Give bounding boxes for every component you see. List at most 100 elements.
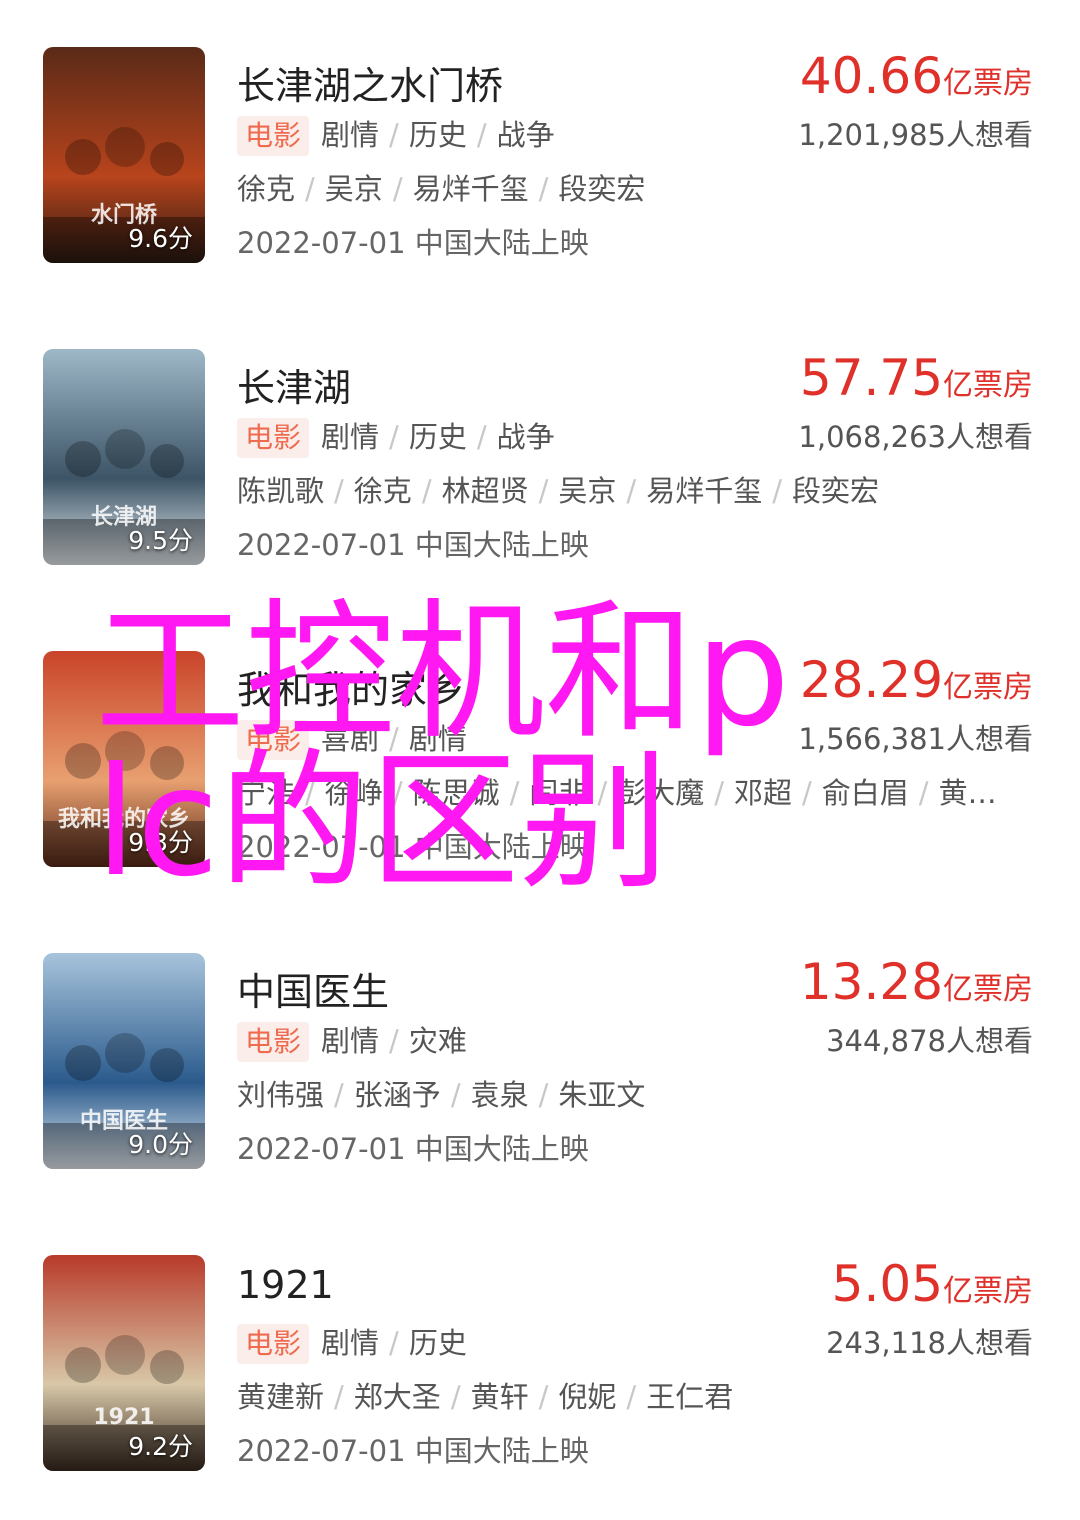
release-date: 2022-07-01 中国大陆上映 (237, 830, 589, 864)
genre-tag: 历史 (408, 1326, 467, 1360)
separator: / (389, 420, 399, 454)
rating-score: 9.0分 (128, 1130, 193, 1159)
release-date: 2022-07-01 中国大陆上映 (237, 528, 589, 562)
movie-list: 水门桥 9.6分 长津湖之水门桥电影 剧情 / 历史 / 战争徐克 / 吴京 / 易烊千玺 / 段奕宏 20… (0, 0, 1080, 1520)
cast-line: 徐克 / 吴京 / 易烊千玺 / 段奕宏 (237, 169, 645, 209)
separator: / (714, 776, 724, 810)
movie-title[interactable]: 我和我的家乡 (237, 659, 465, 714)
cast-member: 邓超 (733, 776, 792, 810)
separator: / (626, 474, 637, 508)
genre-line: 电影 剧情 / 历史 / 战争 (237, 115, 555, 156)
cast-line: 刘伟强 / 张涵予 / 袁泉 / 朱亚文 (237, 1075, 645, 1115)
cast-member: 郑大圣 (353, 1380, 441, 1414)
release-date: 2022-07-01 中国大陆上映 (237, 226, 589, 260)
separator: / (509, 776, 520, 810)
box-office: 57.75亿票房 (800, 349, 1033, 407)
cast-member: 闫非 (529, 776, 588, 810)
separator: / (538, 1380, 549, 1414)
movie-list-item[interactable]: 长津湖 9.5分 长津湖 电影 剧情 / 历史 / 战争 陈凯歌 / 徐克 / 林超贤 / 吴京 / 易烊千玺 / 段… (0, 349, 1080, 579)
box-office-number: 13.28 (799, 953, 943, 1011)
separator: / (389, 1024, 399, 1058)
category-badge: 电影 (237, 116, 310, 156)
separator: / (421, 474, 432, 508)
cast-member: 林超贤 (441, 474, 529, 508)
movie-list-item[interactable]: 我和我的家乡 9.3分 我和我的家乡 电影 喜剧 / 剧情 宁浩 / 徐峥 / 陈思诚 / 闫非 / 彭大魔 /… (0, 651, 1080, 881)
want-to-watch-count: 1,068,263人想看 (798, 420, 1033, 454)
movie-poster[interactable]: 我和我的家乡 9.3分 (43, 651, 205, 867)
genre-tag: 剧情 (408, 722, 467, 756)
movie-title[interactable]: 长津湖之水门桥 (237, 55, 503, 110)
box-office-number: 28.29 (799, 651, 943, 709)
separator: / (538, 1078, 549, 1112)
cast-member: 陈思诚 (412, 776, 500, 810)
category-badge: 电影 (237, 1022, 310, 1062)
want-to-watch-count: 1,201,985人想看 (798, 118, 1033, 152)
separator: / (450, 1078, 461, 1112)
cast-line: 陈凯歌 / 徐克 / 林超贤 / 吴京 / 易烊千玺 / 段奕宏 (237, 471, 879, 511)
genre-tag: 剧情 (321, 118, 380, 152)
cast-member: 黄轩 (470, 1380, 529, 1414)
box-office: 13.28亿票房 (800, 953, 1033, 1011)
cast-member: 黄… (938, 776, 997, 810)
cast-member: 朱亚文 (558, 1078, 646, 1112)
cast-line: 宁浩 / 徐峥 / 陈思诚 / 闫非 / 彭大魔 / 邓超 / 俞白眉 / 黄… (237, 773, 997, 813)
box-office: 5.05亿票房 (832, 1255, 1033, 1313)
separator: / (802, 776, 812, 810)
separator: / (334, 474, 344, 508)
cast-member: 段奕宏 (558, 172, 646, 206)
genre-tag: 剧情 (321, 1024, 380, 1058)
separator: / (334, 1380, 344, 1414)
category-badge: 电影 (237, 418, 310, 458)
cast-member: 袁泉 (470, 1078, 529, 1112)
box-office-number: 40.66 (799, 47, 943, 105)
box-office: 28.29亿票房 (800, 651, 1033, 709)
cast-member: 张涵予 (353, 1078, 441, 1112)
separator: / (305, 776, 315, 810)
movie-poster[interactable]: 中国医生 9.0分 (43, 953, 205, 1169)
movie-title[interactable]: 1921 (237, 1263, 334, 1307)
movie-poster[interactable]: 长津湖 9.5分 (43, 349, 205, 565)
cast-member: 徐峥 (324, 776, 383, 810)
movie-list-item[interactable]: 中国医生 9.0分 中国医生 电影 剧情 / 灾难 刘伟强 / 张涵予 / 袁泉 / 朱亚文 2022-07… (0, 953, 1080, 1183)
cast-member: 俞白眉 (821, 776, 909, 810)
separator: / (476, 420, 487, 454)
cast-member: 徐克 (353, 474, 412, 508)
movie-list-item[interactable]: 水门桥 9.6分 长津湖之水门桥 电影 剧情 / 历史 / 战争 徐克 / 吴京 / 易烊千玺 / 段奕宏 20… (0, 47, 1080, 277)
genre-tag: 喜剧 (321, 722, 380, 756)
cast-member: 易烊千玺 (646, 474, 763, 508)
movie-poster[interactable]: 1921 9.2分 (43, 1255, 205, 1471)
separator: / (392, 172, 403, 206)
separator: / (538, 474, 549, 508)
separator: / (392, 776, 403, 810)
want-to-watch-count: 243,118人想看 (826, 1326, 1033, 1360)
release-date: 2022-07-01 中国大陆上映 (237, 1132, 589, 1166)
box-office-unit: 亿票房 (943, 1274, 1033, 1309)
movie-poster[interactable]: 水门桥 9.6分 (43, 47, 205, 263)
genre-line: 电影 剧情 / 灾难 (237, 1021, 467, 1062)
release-date: 2022-07-01 中国大陆上映 (237, 1434, 589, 1468)
genre-line: 电影 喜剧 / 剧情 (237, 719, 467, 760)
separator: / (772, 474, 782, 508)
cast-member: 吴京 (558, 474, 617, 508)
category-badge: 电影 (237, 720, 310, 760)
cast-line: 黄建新 / 郑大圣 / 黄轩 / 倪妮 / 王仁君 (237, 1377, 733, 1417)
separator: / (538, 172, 549, 206)
genre-tag: 历史 (408, 118, 467, 152)
genre-tag: 历史 (408, 420, 467, 454)
movie-title[interactable]: 中国医生 (237, 961, 389, 1016)
box-office: 40.66亿票房 (800, 47, 1033, 105)
genre-tag: 剧情 (321, 420, 380, 454)
box-office-unit: 亿票房 (943, 972, 1033, 1007)
cast-member: 陈凯歌 (237, 474, 325, 508)
rating-score: 9.3分 (128, 828, 193, 857)
movie-list-item[interactable]: 1921 9.2分 1921 电影 剧情 / 历史 黄建新 / 郑大圣 / 黄轩 / 倪妮 / 王仁君 2022… (0, 1255, 1080, 1485)
separator: / (597, 776, 608, 810)
category-badge: 电影 (237, 1324, 310, 1364)
cast-member: 倪妮 (558, 1380, 617, 1414)
rating-score: 9.2分 (128, 1432, 193, 1461)
box-office-number: 5.05 (831, 1255, 943, 1313)
genre-tag: 灾难 (408, 1024, 467, 1058)
cast-member: 徐克 (237, 172, 296, 206)
movie-title[interactable]: 长津湖 (237, 357, 351, 412)
cast-member: 易烊千玺 (412, 172, 529, 206)
